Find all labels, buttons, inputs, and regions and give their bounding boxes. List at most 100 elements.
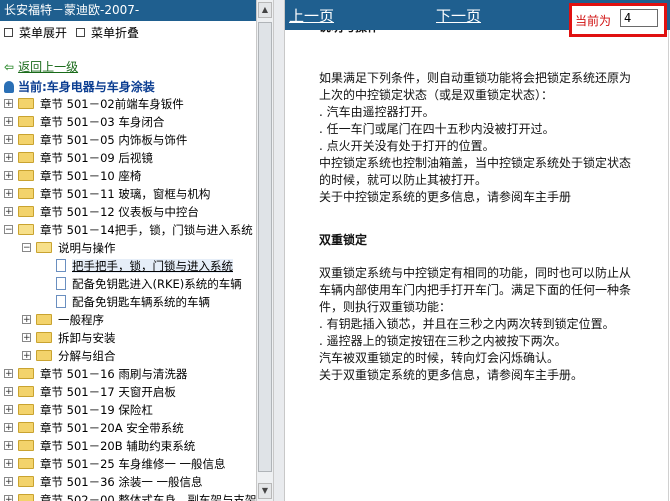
tree-item[interactable]: − 说明与操作 — [22, 239, 116, 257]
back-label: 返回上一级 — [18, 60, 79, 74]
tree-item[interactable]: + 拆卸与安装 — [22, 329, 116, 347]
paragraph: 如果满足下列条件，则自动重锁功能将会把锁定系统还原为上次的中控锁定状态（或是双重… — [319, 71, 632, 102]
tree-item-label: 章节 501－10 座椅 — [40, 169, 142, 183]
tree-item[interactable]: + 分解与组合 — [22, 347, 116, 365]
tree-item-label: 章节 501－05 内饰板与饰件 — [40, 133, 188, 147]
folder-icon — [18, 206, 34, 217]
expand-icon[interactable]: + — [22, 351, 31, 361]
expand-icon[interactable]: + — [4, 369, 13, 379]
expand-menu-label: 菜单展开 — [19, 26, 68, 40]
folder-icon — [18, 368, 34, 379]
folder-icon — [18, 494, 34, 501]
expand-icon[interactable]: + — [4, 117, 13, 127]
expand-icon[interactable]: + — [22, 333, 31, 343]
tree-item[interactable]: 配备免钥匙车辆系统的车辆 — [56, 293, 210, 311]
tree-item[interactable]: + 章节 501－36 涂装一 一般信息 — [4, 473, 203, 491]
tree-item[interactable]: + 章节 501－25 车身维修一 一般信息 — [4, 455, 226, 473]
expand-icon[interactable]: + — [4, 459, 13, 469]
folder-icon — [18, 422, 34, 433]
tree-item-label: 章节 501－36 涂装一 一般信息 — [40, 475, 203, 489]
expand-icon[interactable]: + — [4, 405, 13, 415]
paragraph: 双重锁定系统与中控锁定有相同的功能，同时也可以防止从车辆内部使用车门内把手打开车… — [319, 266, 632, 314]
manual-title: 长安福特－蒙迪欧-2007- — [0, 0, 256, 21]
paragraph: . 点火开关没有处于打开的位置。 — [319, 139, 495, 153]
tree-item[interactable]: 把手把手，锁，门锁与进入系统 — [56, 257, 233, 275]
tree-item[interactable]: + 章节 501－12 仪表板与中控台 — [4, 203, 199, 221]
tree-item[interactable]: + 章节 501－17 天窗开启板 — [4, 383, 176, 401]
document-icon — [56, 295, 66, 308]
tree-item[interactable]: + 章节 501－19 保险杠 — [4, 401, 153, 419]
expand-icon[interactable]: + — [4, 153, 13, 163]
tree-item-label: 章节 501－17 天窗开启板 — [40, 385, 176, 399]
scroll-thumb[interactable] — [258, 22, 272, 472]
square-icon — [4, 28, 13, 37]
folder-icon — [36, 314, 52, 325]
folder-icon — [36, 350, 52, 361]
tree-item[interactable]: + 章节 501－11 玻璃，窗框与机构 — [4, 185, 210, 203]
tree-scrollbar[interactable]: ▲ ▼ — [256, 0, 273, 501]
scroll-down-icon[interactable]: ▼ — [258, 483, 272, 499]
tree-item-label: 章节 501－16 雨刷与清洗器 — [40, 367, 188, 381]
paragraph: . 汽车由遥控器打开。 — [319, 105, 435, 119]
folder-icon — [18, 134, 34, 145]
expand-icon[interactable]: + — [4, 423, 13, 433]
paragraph: . 有钥匙插入锁芯，并且在三秒之内两次转到锁定位置。 — [319, 317, 615, 331]
tree-item[interactable]: + 章节 501－09 后视镜 — [4, 149, 153, 167]
expand-icon[interactable]: + — [4, 135, 13, 145]
tree-item[interactable]: − 章节 501－14把手，锁，门锁与进入系统 — [4, 221, 253, 239]
tree-item[interactable]: + 章节 501－02前端车身钣件 — [4, 95, 184, 113]
collapse-icon[interactable]: − — [22, 243, 31, 253]
expand-icon[interactable]: + — [4, 477, 13, 487]
tree-item[interactable]: + 章节 501－20A 安全带系统 — [4, 419, 184, 437]
folder-icon — [18, 98, 34, 109]
tree-item[interactable]: + 章节 501－05 内饰板与饰件 — [4, 131, 187, 149]
location-icon — [4, 80, 14, 93]
back-link[interactable]: ⇦ 返回上一级 — [4, 58, 78, 75]
tree-item[interactable]: + 章节 501－10 座椅 — [4, 167, 141, 185]
folder-icon — [18, 476, 34, 487]
current-section-label: 当前:车身电器与车身涂装 — [18, 80, 155, 94]
collapse-menu-button[interactable]: 菜单折叠 — [76, 24, 139, 42]
expand-icon[interactable]: + — [4, 171, 13, 181]
tree-item-label: 把手把手，锁，门锁与进入系统 — [72, 259, 233, 273]
folder-icon — [18, 458, 34, 469]
expand-icon[interactable]: + — [4, 495, 13, 501]
tree-item-label: 章节 501－02前端车身钣件 — [40, 97, 184, 111]
tree-item[interactable]: + 章节 501－20B 辅助约束系统 — [4, 437, 195, 455]
expand-icon[interactable]: + — [4, 387, 13, 397]
paragraph: 关于中控锁定系统的更多信息，请参阅车主手册 — [319, 190, 572, 204]
expand-icon[interactable]: + — [4, 99, 13, 109]
tree-item-label: 章节 501－19 保险杠 — [40, 403, 153, 417]
paragraph: . 任一车门或尾门在四十五秒内没被打开过。 — [319, 122, 555, 136]
collapse-icon[interactable]: − — [4, 225, 13, 235]
tree-item[interactable]: + 章节 502－00 整体式车身，副车架与支架 — [4, 491, 256, 501]
expand-icon[interactable]: + — [22, 315, 31, 325]
scroll-up-icon[interactable]: ▲ — [258, 2, 272, 18]
back-arrow-icon: ⇦ — [4, 60, 15, 74]
tree-item[interactable]: + 一般程序 — [22, 311, 104, 329]
navigation-panel: 长安福特－蒙迪欧-2007- 菜单展开 菜单折叠 ⇦ 返回上一级 当前:车身电器与… — [0, 0, 273, 501]
expand-icon[interactable]: + — [4, 441, 13, 451]
tree-item[interactable]: 配备免钥匙进入(RKE)系统的车辆 — [56, 275, 242, 293]
expand-icon[interactable]: + — [4, 207, 13, 217]
collapse-menu-label: 菜单折叠 — [91, 26, 140, 40]
square-icon — [76, 28, 85, 37]
expand-menu-button[interactable]: 菜单展开 — [4, 24, 67, 42]
tree-item[interactable]: + 章节 501－16 雨刷与清洗器 — [4, 365, 187, 383]
document-body: 如果满足下列条件，则自动重锁功能将会把锁定系统还原为上次的中控锁定状态（或是双重… — [319, 18, 639, 384]
tree-item-label: 分解与组合 — [58, 349, 116, 363]
panel-divider[interactable] — [273, 0, 285, 501]
current-section: 当前:车身电器与车身涂装 — [4, 78, 155, 95]
tree-item-label: 章节 502－00 整体式车身，副车架与支架 — [40, 493, 257, 501]
tree-item-label: 拆卸与安装 — [58, 331, 116, 345]
folder-icon — [18, 170, 34, 181]
tree-item-label: 配备免钥匙进入(RKE)系统的车辆 — [72, 277, 242, 291]
document-icon — [56, 259, 66, 272]
tree-item[interactable]: + 章节 501－03 车身闭合 — [4, 113, 164, 131]
tree-item-label: 章节 501－20A 安全带系统 — [40, 421, 184, 435]
expand-icon[interactable]: + — [4, 189, 13, 199]
section-heading: 双重锁定 — [319, 233, 368, 247]
folder-icon — [18, 440, 34, 451]
tree-item-label: 章节 501－03 车身闭合 — [40, 115, 165, 129]
tree-item-label: 说明与操作 — [58, 241, 116, 255]
